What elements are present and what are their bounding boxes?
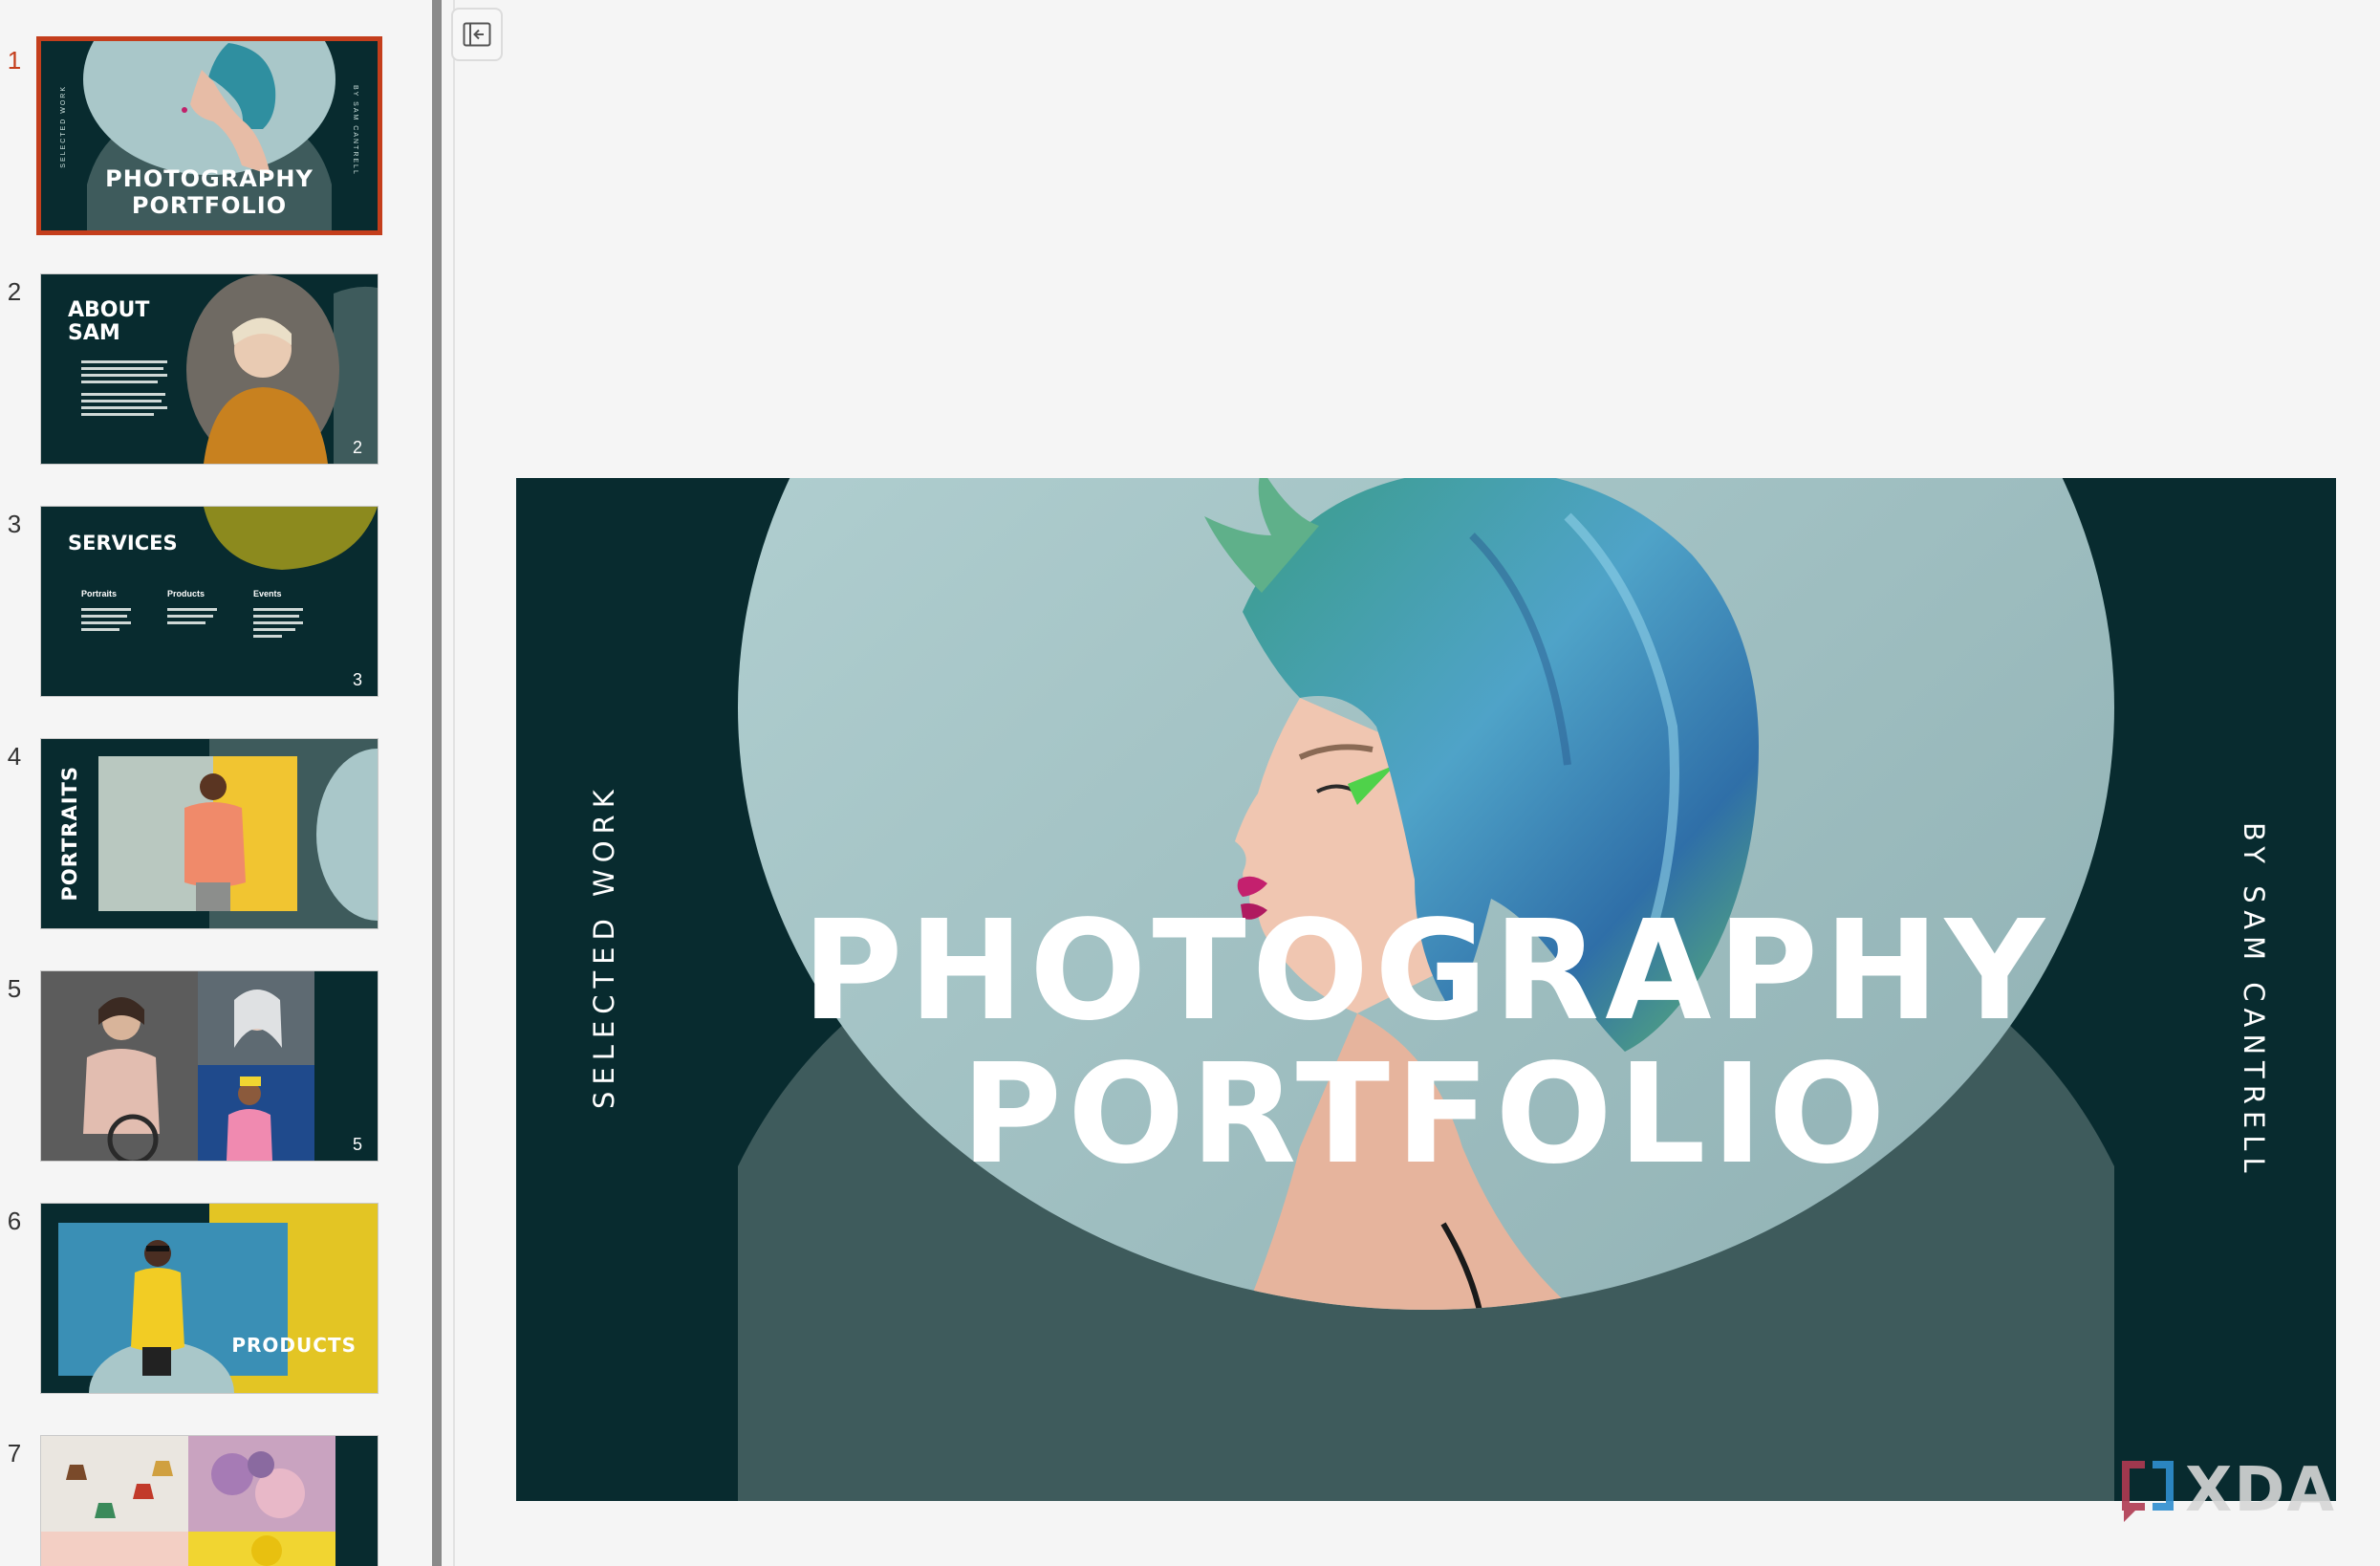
thumbnail-slide-6[interactable]: PRODUCTS [41,1204,378,1393]
collapse-pane-icon [463,22,491,47]
thumbnail-right-label: BY SAM CANTRELL [352,85,358,176]
thumbnail-col-products: Products [167,589,206,598]
thumbnail-heading: SERVICES [68,532,178,555]
pane-splitter[interactable] [432,0,442,1566]
thumbnail-number: 5 [7,974,22,1003]
slide-title-line2: PORTFOLIO [961,1033,1892,1194]
thumbnail-col-events: Events [253,589,282,598]
slide-right-label: BY SAM CANTRELL [2238,822,2270,1180]
thumbnail-heading-line2: SAM [68,321,120,345]
thumbnail-heading: PORTRAITS [58,766,81,902]
thumbnail-slide-5[interactable]: 5 [41,971,378,1161]
thumbnail-page-number: 3 [352,670,362,689]
thumbnail-col-portraits: Portraits [81,589,118,598]
thumbnail-slide-2[interactable]: ABOUT SAM 2 [41,274,378,464]
thumbnail-slide-7[interactable] [41,1436,378,1566]
thumbnail-number: 4 [7,742,22,771]
pane-divider [453,0,455,1566]
thumbnail-slide-4[interactable]: PORTRAITS [41,739,378,928]
thumbnail-number: 2 [7,277,22,306]
thumbnail-6-artwork [41,1204,378,1393]
thumbnail-title-line2: PORTFOLIO [131,192,288,219]
thumbnail-title-line1: PHOTOGRAPHY [105,165,314,192]
thumbnail-heading-line1: ABOUT [68,298,150,322]
thumbnail-number: 1 [7,46,22,75]
xda-logo-icon [2122,1461,2174,1522]
xda-watermark: XDA [2116,1455,2336,1526]
thumbnail-number: 6 [7,1207,22,1235]
main-slide-canvas[interactable]: PHOTOGRAPHY PORTFOLIO SELECTED WORK BY S… [516,478,2336,1501]
thumbnail-number: 7 [7,1439,22,1468]
thumbnail-5-artwork [41,971,378,1161]
thumbnail-number: 3 [7,510,22,538]
thumbnail-slide-1[interactable]: PHOTOGRAPHY PORTFOLIO SELECTED WORK BY S… [41,41,378,230]
thumbnail-heading: PRODUCTS [231,1334,357,1357]
thumbnail-page-number: 2 [352,438,362,457]
thumbnail-left-label: SELECTED WORK [60,85,67,168]
xda-watermark-text: XDA [2185,1455,2336,1526]
slide-thumbnail-pane: 1 PHOTOGRAPHY PORTFOLIO SELECTED WORK BY… [0,0,432,1566]
thumbnail-slide-3[interactable]: SERVICES Portraits Products Events 3 [41,507,378,696]
thumbnail-page-number: 5 [352,1135,362,1154]
slide-left-label: SELECTED WORK [588,783,620,1109]
collapse-pane-button[interactable] [451,8,503,61]
slide-title-line1: PHOTOGRAPHY [802,890,2050,1051]
thumbnail-7-artwork [41,1436,378,1566]
